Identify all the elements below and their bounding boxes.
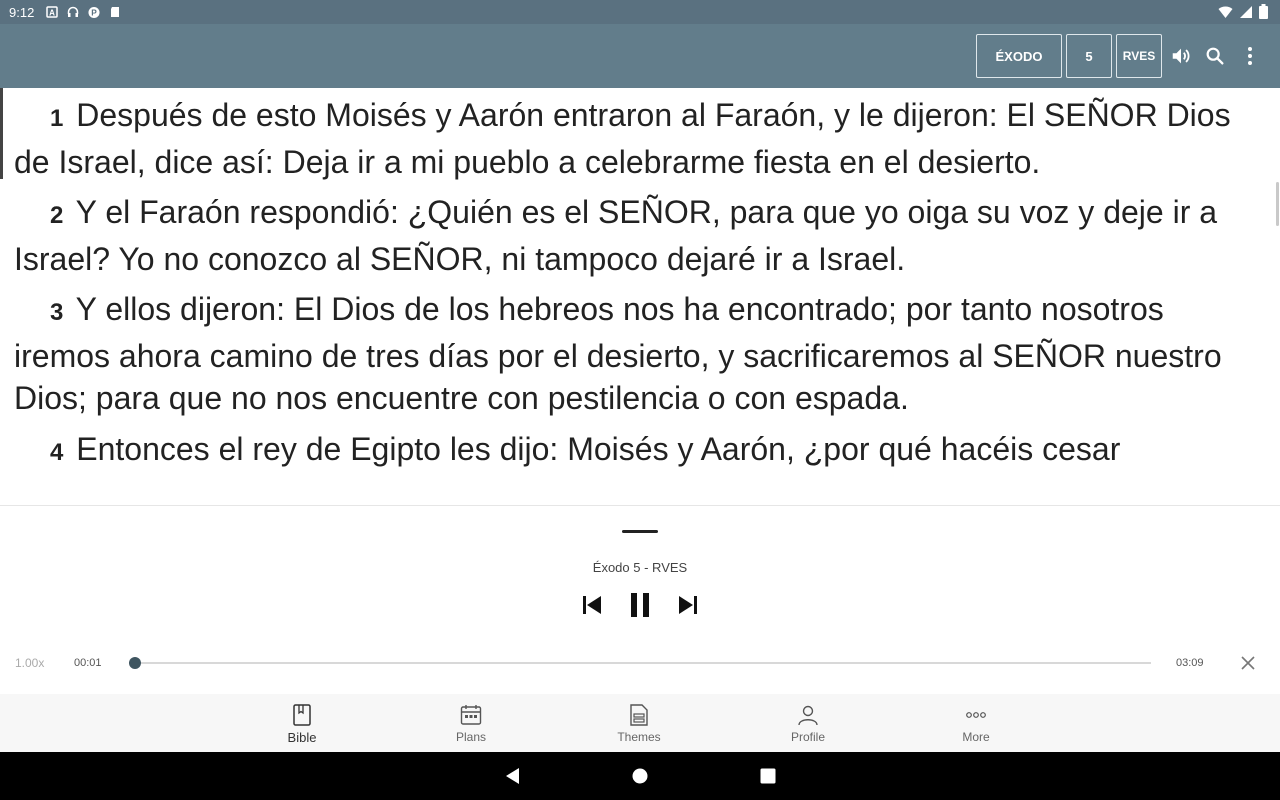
version-selector-button[interactable]: RVES (1116, 34, 1162, 78)
status-time: 9:12 (9, 4, 35, 20)
skip-next-icon[interactable] (673, 590, 703, 620)
person-icon (796, 703, 820, 727)
wifi-icon (1218, 5, 1233, 24)
elapsed-time: 00:01 (74, 657, 102, 669)
volume-icon[interactable] (1169, 44, 1193, 68)
svg-text:P: P (92, 7, 98, 17)
progress-slider[interactable] (129, 657, 1151, 669)
reading-position-marker (0, 88, 3, 179)
back-icon[interactable] (500, 764, 524, 788)
book-selector-button[interactable]: ÉXODO (976, 34, 1062, 78)
skip-previous-icon[interactable] (577, 590, 607, 620)
nav-label: More (962, 730, 990, 744)
player-title: Éxodo 5 - RVES (592, 560, 688, 575)
book-icon (290, 703, 314, 727)
verse[interactable]: 4 Entonces el rey de Egipto les dijo: Mo… (14, 428, 1264, 475)
verse-number: 3 (50, 299, 64, 326)
recents-icon[interactable] (756, 764, 780, 788)
nav-item-themes[interactable]: Themes (594, 694, 684, 752)
bottom-navigation: Bible Plans Themes Profile More (0, 694, 1280, 752)
verse[interactable]: 3 Y ellos dijeron: El Dios de los hebreo… (14, 288, 1264, 420)
status-system-icons (1218, 4, 1268, 24)
total-time: 03:09 (1176, 657, 1204, 669)
chapter-reader[interactable]: 1 Después de esto Moisés y Aarón entraro… (0, 88, 1280, 502)
search-icon[interactable] (1203, 44, 1227, 68)
sd-card-icon (109, 6, 121, 18)
pause-icon[interactable] (625, 590, 655, 620)
nav-item-profile[interactable]: Profile (763, 694, 853, 752)
more-dots-icon (964, 703, 988, 727)
home-icon[interactable] (628, 764, 652, 788)
verse-number: 2 (50, 202, 64, 229)
nav-item-plans[interactable]: Plans (426, 694, 516, 752)
progress-thumb[interactable] (129, 657, 142, 669)
headphones-icon (67, 6, 79, 18)
nav-label: Profile (790, 730, 825, 744)
status-notification-icons: A P (46, 6, 121, 18)
audio-player: Éxodo 5 - RVES 1.00x 00:01 03:09 (0, 505, 1280, 694)
system-navigation-bar (0, 752, 1280, 800)
verse-number: 4 (50, 438, 64, 466)
playback-speed-button[interactable]: 1.00x (15, 656, 44, 670)
signal-icon (1239, 5, 1253, 24)
status-bar: 9:12 A P (0, 0, 1280, 24)
nav-item-more[interactable]: More (931, 694, 1021, 752)
verse-number: 1 (50, 105, 64, 132)
verse-text: Después de esto Moisés y Aarón entraron … (14, 97, 1231, 180)
verse[interactable]: 1 Después de esto Moisés y Aarón entraro… (14, 94, 1264, 183)
battery-icon (1259, 4, 1268, 24)
verse-list: 1 Después de esto Moisés y Aarón entraro… (0, 88, 1280, 474)
nav-label: Themes (617, 730, 661, 744)
document-icon (627, 703, 651, 727)
close-icon[interactable] (1238, 653, 1258, 673)
verse-text: Entonces el rey de Egipto les dijo: Mois… (76, 430, 1121, 467)
notification-a-icon: A (46, 6, 59, 18)
verse[interactable]: 2 Y el Faraón respondió: ¿Quién es el SE… (14, 191, 1264, 280)
overflow-menu-icon[interactable] (1238, 44, 1262, 68)
verse-text: Y el Faraón respondió: ¿Quién es el SEÑO… (14, 194, 1218, 277)
nav-label: Bible (287, 730, 317, 745)
pandora-icon: P (88, 6, 100, 18)
reader-scrollbar[interactable] (1276, 182, 1279, 226)
nav-label: Plans (455, 730, 487, 744)
calendar-icon (459, 703, 483, 727)
player-drag-handle[interactable] (622, 530, 658, 533)
chapter-selector-button[interactable]: 5 (1066, 34, 1112, 78)
app-bar: ÉXODO 5 RVES (0, 24, 1280, 88)
nav-item-bible[interactable]: Bible (257, 694, 347, 752)
verse-text: Y ellos dijeron: El Dios de los hebreos … (14, 291, 1222, 416)
svg-text:A: A (49, 9, 55, 18)
